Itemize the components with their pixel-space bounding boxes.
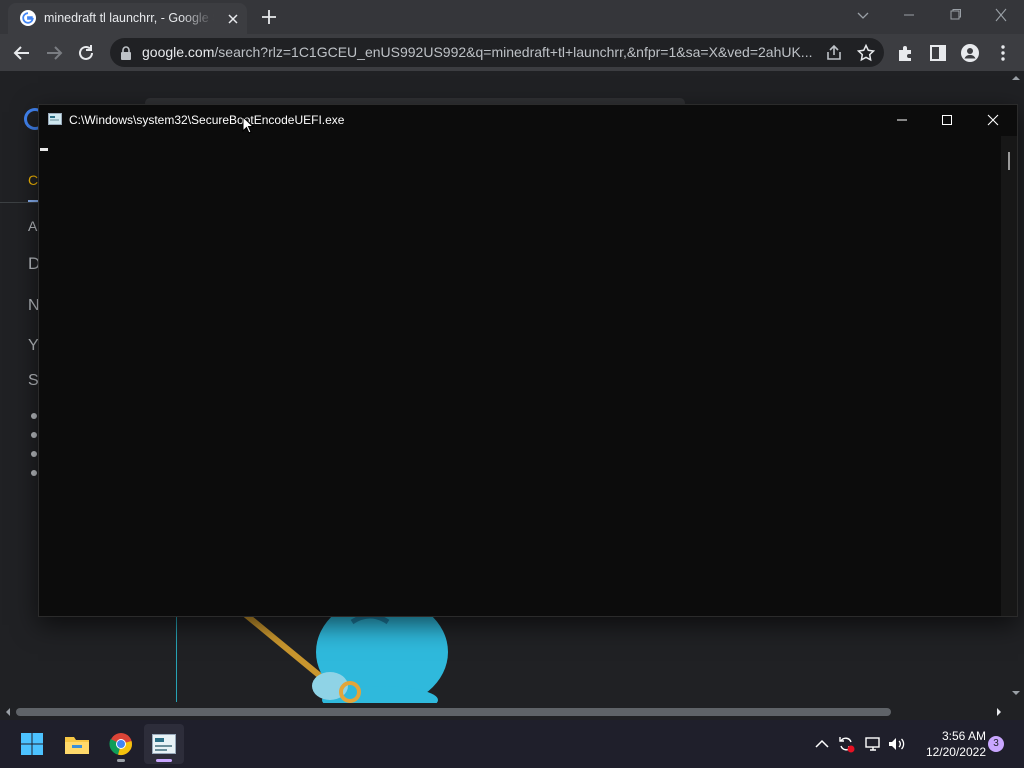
running-indicator — [117, 759, 125, 762]
browser-tabstrip: minedraft tl launchrr, - Google Se — [0, 0, 1024, 34]
address-bar-url[interactable]: google.com/search?rlz=1C1GCEU_enUS992US9… — [142, 44, 822, 60]
text-fragment: A — [28, 218, 38, 234]
tab-close-icon[interactable] — [225, 11, 241, 27]
taskbar-console[interactable] — [144, 724, 184, 764]
console-output-area[interactable] — [39, 136, 999, 616]
url-domain: google.com — [142, 44, 215, 60]
nav-tab-fragment[interactable]: C — [28, 172, 38, 188]
scroll-left-icon[interactable] — [4, 708, 12, 716]
address-bar[interactable]: google.com/search?rlz=1C1GCEU_enUS992US9… — [110, 38, 884, 67]
tab-title: minedraft tl launchrr, - Google Se — [44, 11, 214, 25]
notification-badge[interactable]: 3 — [988, 736, 1004, 752]
browser-toolbar: google.com/search?rlz=1C1GCEU_enUS992US9… — [0, 34, 1024, 72]
console-scrollbar[interactable] — [1001, 136, 1017, 616]
scroll-up-icon[interactable] — [1012, 74, 1020, 82]
browser-close-icon[interactable] — [991, 7, 1011, 23]
clock-time: 3:56 AM — [941, 729, 986, 743]
google-favicon-icon — [20, 10, 36, 26]
minimize-icon — [897, 119, 907, 121]
profile-avatar-icon[interactable] — [960, 43, 980, 63]
list-bullet — [31, 432, 37, 438]
console-scroll-thumb[interactable] — [1008, 152, 1010, 170]
console-app-icon — [48, 113, 62, 125]
new-tab-icon[interactable] — [260, 8, 278, 26]
windows-taskbar: 3:56 AM 12/20/2022 3 — [0, 720, 1024, 768]
side-panel-icon[interactable] — [928, 43, 948, 63]
mouse-pointer-icon — [242, 116, 254, 134]
browser-menu-icon[interactable] — [993, 43, 1013, 63]
tab-search-chevron-icon[interactable] — [853, 7, 873, 23]
console-app-icon — [152, 734, 176, 754]
folder-icon — [65, 737, 89, 754]
horizontal-scroll-thumb[interactable] — [16, 708, 891, 716]
scroll-down-icon[interactable] — [1012, 689, 1020, 697]
system-clock[interactable]: 3:56 AM 12/20/2022 — [914, 728, 986, 760]
share-icon[interactable] — [824, 43, 844, 63]
maximize-icon — [942, 115, 952, 125]
scroll-right-icon[interactable] — [995, 708, 1003, 716]
console-title: C:\Windows\system32\SecureBootEncodeUEFI… — [69, 113, 345, 127]
sync-icon[interactable] — [836, 734, 856, 754]
show-hidden-icons-chevron-icon[interactable] — [812, 734, 832, 754]
bookmark-star-icon[interactable] — [856, 43, 876, 63]
start-button[interactable] — [12, 724, 52, 764]
url-path: /search?rlz=1C1GCEU_enUS992US992&q=mined… — [214, 44, 813, 60]
taskbar-chrome[interactable] — [101, 724, 141, 764]
extensions-puzzle-icon[interactable] — [896, 43, 916, 63]
volume-icon[interactable] — [887, 734, 907, 754]
text-cursor — [40, 148, 48, 151]
browser-restore-icon[interactable] — [945, 7, 965, 23]
back-icon[interactable] — [12, 43, 32, 63]
browser-minimize-icon[interactable] — [899, 7, 919, 23]
console-close-button[interactable] — [971, 105, 1015, 135]
network-icon[interactable] — [863, 734, 883, 754]
active-indicator — [156, 759, 172, 762]
lock-icon[interactable] — [119, 45, 133, 61]
chrome-icon — [109, 733, 132, 755]
doodle-line — [176, 612, 177, 702]
clock-date: 12/20/2022 — [925, 745, 986, 759]
console-window[interactable]: C:\Windows\system32\SecureBootEncodeUEFI… — [38, 104, 1018, 617]
forward-icon[interactable] — [44, 43, 64, 63]
taskbar-file-explorer[interactable] — [57, 724, 97, 764]
list-bullet — [31, 470, 37, 476]
reload-icon[interactable] — [76, 43, 96, 63]
doodle-creature-illustration — [237, 602, 448, 703]
console-minimize-button[interactable] — [880, 105, 924, 135]
list-bullet — [31, 451, 37, 457]
list-bullet — [31, 413, 37, 419]
console-maximize-button[interactable] — [925, 105, 969, 135]
windows-logo-icon — [21, 733, 43, 755]
page-horizontal-scrollbar[interactable] — [0, 703, 1008, 720]
browser-tab-active[interactable]: minedraft tl launchrr, - Google Se — [8, 3, 247, 34]
close-icon — [987, 114, 999, 126]
console-titlebar[interactable]: C:\Windows\system32\SecureBootEncodeUEFI… — [39, 105, 1017, 136]
